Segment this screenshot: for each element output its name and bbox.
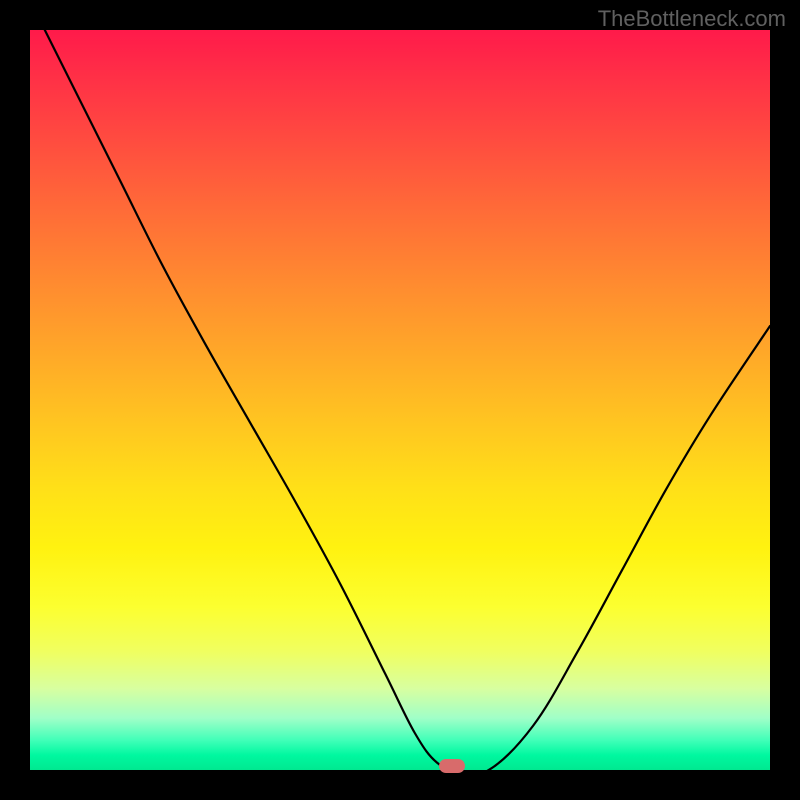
watermark-text: TheBottleneck.com [598,6,786,32]
plot-area [30,30,770,770]
bottleneck-curve [30,30,770,770]
optimal-marker [439,759,465,773]
